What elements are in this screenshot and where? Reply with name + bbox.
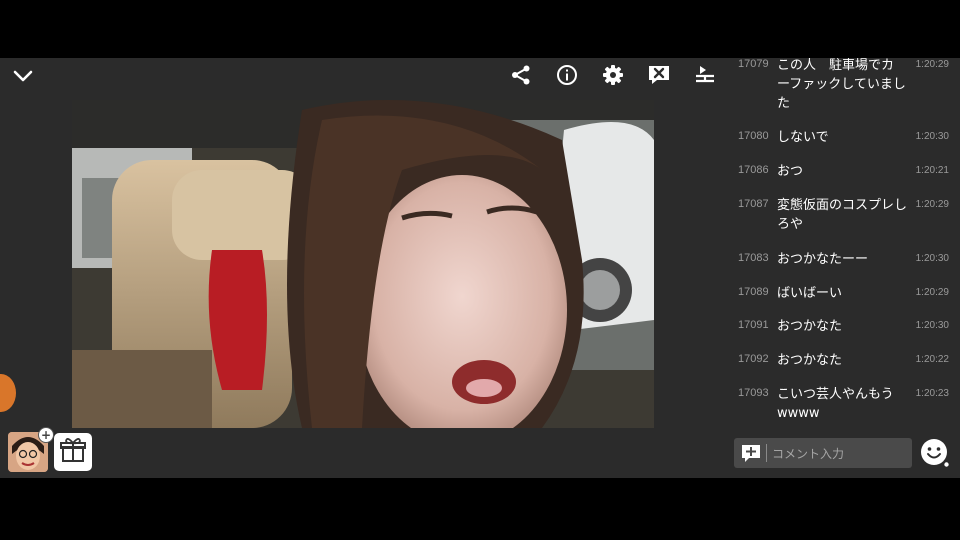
comment-number: 17087: [738, 198, 769, 210]
close-comments-icon: [647, 64, 671, 90]
comment-bar: [734, 438, 912, 468]
comment-text: ばいばーい: [777, 286, 843, 301]
comment-panel: 17079 この人 駐車場でカーファックしていました 1:20:29 17080…: [726, 58, 960, 478]
broadcaster-avatar[interactable]: +: [8, 427, 54, 472]
comment-text: しないで: [777, 130, 829, 145]
live-stream-app: + 17079 この人 駐車場でカーファックしていました 1:20:29 170…: [0, 58, 960, 478]
comment-number: 17083: [738, 252, 769, 264]
comment-number: 17086: [738, 164, 769, 176]
emoji-button[interactable]: [920, 438, 950, 468]
comment-number: 17091: [738, 319, 769, 331]
comment-number: 17079: [738, 58, 769, 70]
comment-time: 1:20:22: [915, 354, 949, 365]
comment-number: 17093: [738, 387, 769, 399]
download-icon: [693, 64, 717, 90]
smiley-icon: [920, 439, 950, 472]
settings-button[interactable]: [598, 62, 628, 92]
gift-icon: [59, 436, 87, 468]
comment-time: 1:20:21: [915, 165, 949, 176]
download-button[interactable]: [690, 62, 720, 92]
info-button[interactable]: [552, 62, 582, 92]
info-icon: [556, 64, 578, 90]
minimize-button[interactable]: [10, 64, 36, 90]
comment-number: 17080: [738, 130, 769, 142]
comment-text: おつかなた: [777, 353, 843, 368]
comment-time: 1:20:30: [915, 320, 949, 331]
video-frame-image: [72, 100, 654, 428]
comment-bubble-icon: [740, 442, 762, 464]
comment-text: この人 駐車場でカーファックしていました: [777, 58, 906, 111]
comment-text: おつ: [777, 164, 804, 179]
chevron-down-icon: [13, 68, 33, 87]
comment-divider: [766, 444, 767, 462]
share-button[interactable]: [506, 62, 536, 92]
video-feed[interactable]: [72, 100, 654, 428]
comment-number: 17092: [738, 353, 769, 365]
comment-time: 1:20:29: [915, 287, 949, 298]
comment-time: 1:20:30: [915, 131, 949, 142]
comment-time: 1:20:29: [915, 59, 949, 70]
letterbox-bottom: [0, 478, 960, 540]
gear-icon: [602, 64, 624, 90]
side-indicator: [0, 374, 16, 412]
comment-time: 1:20:23: [915, 388, 949, 399]
player-toolbar: [506, 62, 720, 92]
hide-comments-button[interactable]: [644, 62, 674, 92]
comment-text: おつかなたーー: [777, 252, 869, 267]
share-icon: [510, 64, 532, 90]
comment-text: おつかなた: [777, 319, 843, 334]
comment-input[interactable]: [770, 442, 910, 466]
comment-list[interactable]: 17079 この人 駐車場でカーファックしていました 1:20:29 17080…: [726, 58, 960, 428]
comment-text: 変態仮面のコスプレしろや: [777, 198, 908, 232]
follow-plus-icon[interactable]: +: [38, 427, 54, 443]
gift-button[interactable]: [54, 433, 92, 471]
comment-text: こいつ芸人やんもうwwww: [777, 387, 894, 421]
comment-time: 1:20:29: [915, 199, 949, 210]
comment-number: 17089: [738, 286, 769, 298]
letterbox-top: [0, 0, 960, 58]
player-area: +: [0, 58, 726, 478]
comment-time: 1:20:30: [915, 253, 949, 264]
